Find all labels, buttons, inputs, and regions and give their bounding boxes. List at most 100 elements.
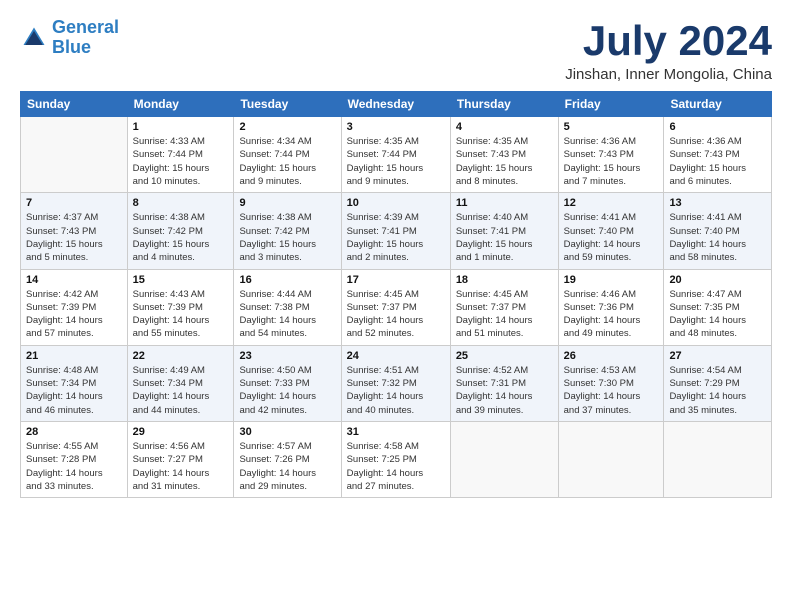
table-row [450, 421, 558, 497]
table-row: 13 Sunrise: 4:41 AMSunset: 7:40 PMDayligh… [664, 193, 772, 269]
table-row: 8 Sunrise: 4:38 AMSunset: 7:42 PMDaylight… [127, 193, 234, 269]
header-sunday: Sunday [21, 92, 128, 117]
day-number: 22 [133, 350, 229, 362]
day-info: Sunrise: 4:45 AMSunset: 7:37 PMDaylight:… [347, 288, 445, 341]
day-info: Sunrise: 4:44 AMSunset: 7:38 PMDaylight:… [239, 288, 335, 341]
day-number: 29 [133, 426, 229, 438]
table-row: 28 Sunrise: 4:55 AMSunset: 7:28 PMDayligh… [21, 421, 128, 497]
table-row: 29 Sunrise: 4:56 AMSunset: 7:27 PMDayligh… [127, 421, 234, 497]
header-monday: Monday [127, 92, 234, 117]
day-info: Sunrise: 4:47 AMSunset: 7:35 PMDaylight:… [669, 288, 766, 341]
header-wednesday: Wednesday [341, 92, 450, 117]
header-tuesday: Tuesday [234, 92, 341, 117]
day-number: 4 [456, 121, 553, 133]
table-row [21, 117, 128, 193]
day-info: Sunrise: 4:36 AMSunset: 7:43 PMDaylight:… [564, 135, 659, 188]
table-row: 11 Sunrise: 4:40 AMSunset: 7:41 PMDayligh… [450, 193, 558, 269]
calendar-week-row: 28 Sunrise: 4:55 AMSunset: 7:28 PMDayligh… [21, 421, 772, 497]
table-row: 15 Sunrise: 4:43 AMSunset: 7:39 PMDayligh… [127, 269, 234, 345]
header-friday: Friday [558, 92, 664, 117]
day-number: 6 [669, 121, 766, 133]
table-row: 14Sunrise: 4:42 AMSunset: 7:39 PMDayligh… [21, 269, 128, 345]
day-number: 18 [456, 274, 553, 286]
table-row: 17 Sunrise: 4:45 AMSunset: 7:37 PMDayligh… [341, 269, 450, 345]
day-number: 19 [564, 274, 659, 286]
day-number: 28 [26, 426, 122, 438]
day-number: 12 [564, 197, 659, 209]
table-row: 18 Sunrise: 4:45 AMSunset: 7:37 PMDayligh… [450, 269, 558, 345]
day-info: Sunrise: 4:55 AMSunset: 7:28 PMDaylight:… [26, 440, 122, 493]
day-number: 2 [239, 121, 335, 133]
day-info: Sunrise: 4:33 AMSunset: 7:44 PMDaylight:… [133, 135, 229, 188]
day-info: Sunrise: 4:52 AMSunset: 7:31 PMDaylight:… [456, 364, 553, 417]
calendar-header-row: Sunday Monday Tuesday Wednesday Thursday… [21, 92, 772, 117]
day-info: Sunrise: 4:39 AMSunset: 7:41 PMDaylight:… [347, 211, 445, 264]
day-number: 5 [564, 121, 659, 133]
day-info: Sunrise: 4:41 AMSunset: 7:40 PMDaylight:… [564, 211, 659, 264]
logo-icon [20, 24, 48, 52]
day-info: Sunrise: 4:40 AMSunset: 7:41 PMDaylight:… [456, 211, 553, 264]
day-info: Sunrise: 4:38 AMSunset: 7:42 PMDaylight:… [239, 211, 335, 264]
table-row: 16 Sunrise: 4:44 AMSunset: 7:38 PMDayligh… [234, 269, 341, 345]
day-info: Sunrise: 4:49 AMSunset: 7:34 PMDaylight:… [133, 364, 229, 417]
day-number: 17 [347, 274, 445, 286]
table-row: 22 Sunrise: 4:49 AMSunset: 7:34 PMDayligh… [127, 345, 234, 421]
day-info: Sunrise: 4:43 AMSunset: 7:39 PMDaylight:… [133, 288, 229, 341]
day-number: 21 [26, 350, 122, 362]
day-info: Sunrise: 4:50 AMSunset: 7:33 PMDaylight:… [239, 364, 335, 417]
day-info: Sunrise: 4:37 AMSunset: 7:43 PMDaylight:… [26, 211, 122, 264]
calendar-week-row: 1Sunrise: 4:33 AMSunset: 7:44 PMDaylight… [21, 117, 772, 193]
day-info: Sunrise: 4:57 AMSunset: 7:26 PMDaylight:… [239, 440, 335, 493]
day-number: 9 [239, 197, 335, 209]
table-row: 23Sunrise: 4:50 AMSunset: 7:33 PMDayligh… [234, 345, 341, 421]
day-number: 31 [347, 426, 445, 438]
table-row: 9 Sunrise: 4:38 AMSunset: 7:42 PMDaylight… [234, 193, 341, 269]
day-number: 14 [26, 274, 122, 286]
day-number: 16 [239, 274, 335, 286]
header-saturday: Saturday [664, 92, 772, 117]
day-number: 20 [669, 274, 766, 286]
day-number: 27 [669, 350, 766, 362]
logo-text: General Blue [52, 18, 119, 58]
month-title: July 2024 [565, 18, 772, 64]
calendar-week-row: 21 Sunrise: 4:48 AMSunset: 7:34 PMDayligh… [21, 345, 772, 421]
day-number: 15 [133, 274, 229, 286]
day-info: Sunrise: 4:53 AMSunset: 7:30 PMDaylight:… [564, 364, 659, 417]
table-row: 6 Sunrise: 4:36 AMSunset: 7:43 PMDaylight… [664, 117, 772, 193]
day-number: 13 [669, 197, 766, 209]
logo-line2: Blue [52, 37, 91, 57]
table-row: 26 Sunrise: 4:53 AMSunset: 7:30 PMDayligh… [558, 345, 664, 421]
table-row: 19 Sunrise: 4:46 AMSunset: 7:36 PMDayligh… [558, 269, 664, 345]
header: General Blue July 2024 Jinshan, Inner Mo… [20, 18, 772, 83]
title-block: July 2024 Jinshan, Inner Mongolia, China [565, 18, 772, 83]
day-info: Sunrise: 4:35 AMSunset: 7:43 PMDaylight:… [456, 135, 553, 188]
day-info: Sunrise: 4:41 AMSunset: 7:40 PMDaylight:… [669, 211, 766, 264]
day-info: Sunrise: 4:36 AMSunset: 7:43 PMDaylight:… [669, 135, 766, 188]
table-row: 2 Sunrise: 4:34 AMSunset: 7:44 PMDaylight… [234, 117, 341, 193]
day-number: 11 [456, 197, 553, 209]
day-info: Sunrise: 4:54 AMSunset: 7:29 PMDaylight:… [669, 364, 766, 417]
day-info: Sunrise: 4:34 AMSunset: 7:44 PMDaylight:… [239, 135, 335, 188]
header-thursday: Thursday [450, 92, 558, 117]
day-info: Sunrise: 4:51 AMSunset: 7:32 PMDaylight:… [347, 364, 445, 417]
calendar-week-row: 7Sunrise: 4:37 AMSunset: 7:43 PMDaylight… [21, 193, 772, 269]
day-info: Sunrise: 4:45 AMSunset: 7:37 PMDaylight:… [456, 288, 553, 341]
logo: General Blue [20, 18, 119, 58]
day-info: Sunrise: 4:35 AMSunset: 7:44 PMDaylight:… [347, 135, 445, 188]
day-info: Sunrise: 4:56 AMSunset: 7:27 PMDaylight:… [133, 440, 229, 493]
table-row [558, 421, 664, 497]
table-row: 25Sunrise: 4:52 AMSunset: 7:31 PMDayligh… [450, 345, 558, 421]
day-number: 8 [133, 197, 229, 209]
day-info: Sunrise: 4:46 AMSunset: 7:36 PMDaylight:… [564, 288, 659, 341]
table-row: 27 Sunrise: 4:54 AMSunset: 7:29 PMDayligh… [664, 345, 772, 421]
day-number: 3 [347, 121, 445, 133]
table-row: 1Sunrise: 4:33 AMSunset: 7:44 PMDaylight… [127, 117, 234, 193]
table-row: 20 Sunrise: 4:47 AMSunset: 7:35 PMDayligh… [664, 269, 772, 345]
day-number: 26 [564, 350, 659, 362]
day-info: Sunrise: 4:48 AMSunset: 7:34 PMDaylight:… [26, 364, 122, 417]
table-row: 21 Sunrise: 4:48 AMSunset: 7:34 PMDayligh… [21, 345, 128, 421]
table-row [664, 421, 772, 497]
day-info: Sunrise: 4:38 AMSunset: 7:42 PMDaylight:… [133, 211, 229, 264]
table-row: 4 Sunrise: 4:35 AMSunset: 7:43 PMDaylight… [450, 117, 558, 193]
table-row: 30Sunrise: 4:57 AMSunset: 7:26 PMDayligh… [234, 421, 341, 497]
